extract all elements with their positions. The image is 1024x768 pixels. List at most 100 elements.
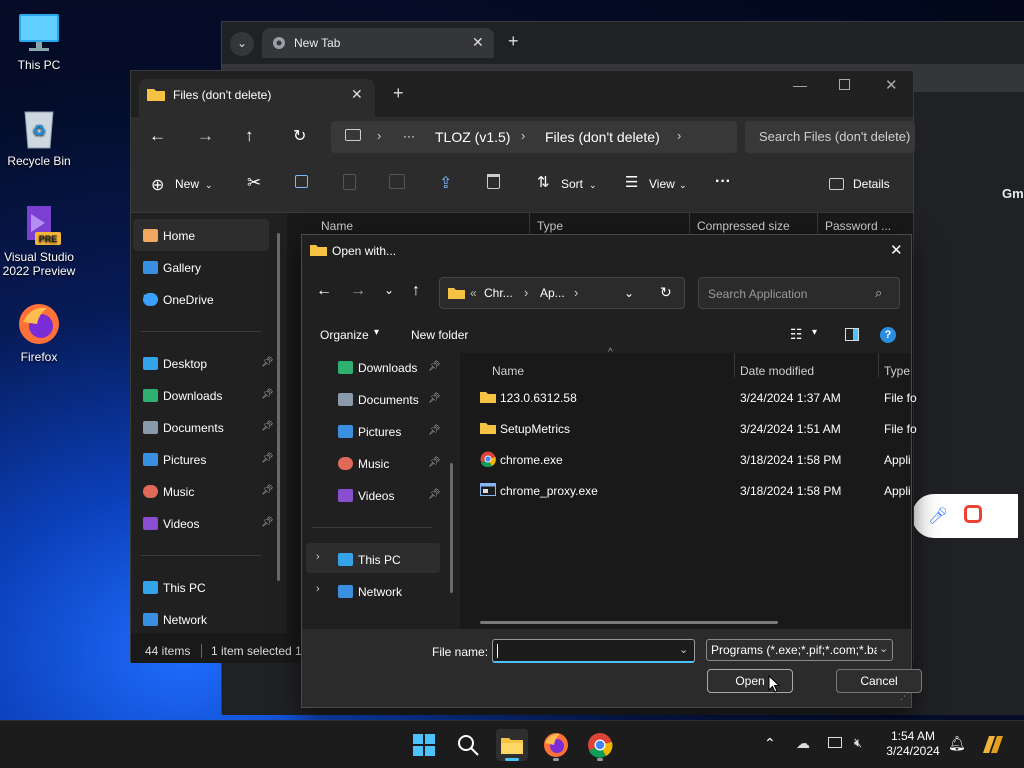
chevron-right-icon[interactable]: ›	[316, 551, 320, 563]
delete-icon[interactable]	[487, 174, 500, 189]
close-icon[interactable]: ✕	[351, 86, 363, 103]
taskbar-chrome[interactable]	[584, 729, 616, 761]
file-row[interactable]: 123.0.6312.58 3/24/2024 1:37 AM File fo	[460, 385, 917, 409]
chrome-tab-search-icon[interactable]: ⌄	[230, 32, 254, 56]
forward-icon[interactable]: →	[197, 126, 214, 146]
speaker-muted-icon[interactable]: 🔇︎	[854, 735, 862, 751]
details-button[interactable]: Details	[853, 177, 890, 191]
explorer-search-input[interactable]: Search Files (don't delete)	[745, 121, 915, 153]
maximize-icon[interactable]	[839, 79, 850, 90]
search-button[interactable]	[452, 729, 484, 761]
back-icon[interactable]: ←	[149, 126, 166, 146]
desktop-icon-this-pc[interactable]: This PC	[0, 10, 78, 72]
forward-icon[interactable]: →	[350, 282, 366, 300]
minimize-icon[interactable]: —	[793, 77, 807, 93]
chevron-down-icon[interactable]: ⌄	[624, 286, 634, 300]
back-icon[interactable]: ←	[316, 282, 332, 300]
new-tab-icon[interactable]: +	[393, 83, 404, 104]
breadcrumb-files[interactable]: Files (don't delete)	[545, 129, 660, 145]
sort-button[interactable]: Sort	[561, 177, 583, 191]
chrome-gmail-link[interactable]: Gm	[1002, 186, 1024, 201]
close-window-icon[interactable]: ✕	[885, 76, 898, 94]
explorer-tab[interactable]: Files (don't delete) ✕	[139, 79, 375, 117]
notification-bell-icon[interactable]: 🔔︎	[948, 735, 966, 752]
organize-button[interactable]: Organize	[320, 328, 369, 342]
new-button[interactable]: New	[175, 177, 199, 191]
desktop-icon-firefox[interactable]: Firefox	[0, 302, 78, 364]
nav-scrollbar[interactable]	[450, 463, 453, 593]
file-row[interactable]: chrome.exe 3/18/2024 1:58 PM Appli	[460, 447, 911, 471]
sidebar-item-this-pc[interactable]: This PC	[143, 581, 206, 595]
sidebar-item-home[interactable]: Home	[143, 229, 195, 243]
file-name-input[interactable]: ⌄	[492, 639, 695, 663]
sidebar-item-desktop[interactable]: Desktop 📌︎	[143, 357, 274, 371]
rename-icon[interactable]	[389, 174, 405, 189]
sidebar-item-videos[interactable]: Videos 📌︎	[143, 517, 274, 531]
sidebar-scrollbar[interactable]	[277, 233, 280, 581]
column-date-modified[interactable]: Date modified	[740, 364, 814, 378]
clock[interactable]: 1:54 AM 3/24/2024	[880, 729, 946, 761]
breadcrumb-application[interactable]: Ap...	[540, 286, 565, 300]
column-type[interactable]: Type	[537, 219, 563, 233]
sidebar-item-pictures[interactable]: Pictures 📌︎	[143, 453, 274, 467]
column-password[interactable]: Password ...	[825, 219, 891, 233]
chrome-tab-new-tab[interactable]: New Tab ✕	[262, 28, 494, 58]
preview-pane-icon[interactable]	[845, 328, 859, 341]
column-compressed-size[interactable]: Compressed size	[697, 219, 790, 233]
sidebar-item-gallery[interactable]: Gallery	[143, 261, 201, 275]
close-icon[interactable]: ✕	[472, 34, 484, 51]
horizontal-scrollbar[interactable]	[480, 621, 778, 624]
new-tab-icon[interactable]: +	[508, 31, 519, 52]
show-hidden-icons-icon[interactable]: ⌃	[764, 735, 776, 752]
refresh-icon[interactable]: ↻	[660, 284, 672, 301]
new-folder-button[interactable]: New folder	[411, 328, 468, 342]
chevron-down-icon[interactable]: ▾	[812, 327, 817, 338]
column-type[interactable]: Type	[884, 364, 910, 378]
start-button[interactable]	[408, 729, 440, 761]
sidebar-item-documents[interactable]: Documents 📌︎	[143, 421, 274, 435]
nav-item-network[interactable]: Network	[338, 585, 402, 599]
nav-item-this-pc[interactable]: This PC	[338, 553, 401, 567]
nav-item-documents[interactable]: Documents 📌︎	[338, 393, 441, 407]
resize-grip-icon[interactable]: ⋰	[900, 691, 909, 702]
paste-icon[interactable]	[343, 174, 356, 190]
up-icon[interactable]: ↑	[245, 126, 254, 146]
breadcrumb-chrome[interactable]: Chr...	[484, 286, 513, 300]
sidebar-item-network[interactable]: Network	[143, 613, 207, 627]
dialog-search-input[interactable]: Search Application ⌕	[698, 277, 900, 309]
breadcrumb-more[interactable]: ···	[403, 129, 415, 143]
google-lens-icon[interactable]	[964, 505, 982, 523]
up-icon[interactable]: ↑	[412, 282, 420, 300]
cancel-button[interactable]: Cancel	[836, 669, 922, 693]
column-name[interactable]: Name	[321, 219, 353, 233]
file-row[interactable]: SetupMetrics 3/24/2024 1:51 AM File fo	[460, 416, 917, 440]
nav-item-music[interactable]: Music 📌︎	[338, 457, 441, 471]
close-icon[interactable]: ✕	[890, 241, 903, 259]
desktop-icon-visual-studio[interactable]: PRE Visual Studio 2022 Preview	[0, 202, 78, 278]
copilot-icon[interactable]	[980, 733, 1006, 755]
nav-item-downloads[interactable]: Downloads 📌︎	[338, 361, 441, 375]
explorer-address-bar[interactable]: › ··· TLOZ (v1.5) › Files (don't delete)…	[331, 121, 737, 153]
file-type-filter-select[interactable]: Programs (*.exe;*.pif;*.com;*.ba ⌄	[706, 639, 893, 661]
desktop-icon-recycle-bin[interactable]: ♻ Recycle Bin	[0, 106, 78, 168]
copy-icon[interactable]	[295, 175, 308, 188]
microphone-icon[interactable]: 🎤︎	[928, 506, 948, 526]
google-search-box[interactable]: 🎤︎	[912, 494, 1018, 538]
nav-item-pictures[interactable]: Pictures 📌︎	[338, 425, 441, 439]
onedrive-offline-icon[interactable]: ☁	[796, 735, 810, 752]
more-options-button[interactable]: ···	[715, 173, 731, 191]
help-icon[interactable]: ?	[880, 327, 896, 343]
refresh-icon[interactable]: ↻	[293, 126, 306, 146]
taskbar-firefox[interactable]	[540, 729, 572, 761]
cut-icon[interactable]: ✂	[247, 173, 261, 193]
display-icon[interactable]	[828, 737, 842, 748]
chevron-down-icon[interactable]: ⌄	[679, 643, 688, 656]
breadcrumb-tloz[interactable]: TLOZ (v1.5)	[435, 129, 510, 145]
sidebar-item-downloads[interactable]: Downloads 📌︎	[143, 389, 274, 403]
file-row[interactable]: chrome_proxy.exe 3/18/2024 1:58 PM Appli	[460, 478, 911, 502]
view-button[interactable]: View	[649, 177, 675, 191]
column-name[interactable]: Name	[492, 364, 524, 378]
nav-item-videos[interactable]: Videos 📌︎	[338, 489, 441, 503]
view-options-icon[interactable]: ☷	[790, 326, 803, 343]
sidebar-item-music[interactable]: Music 📌︎	[143, 485, 274, 499]
